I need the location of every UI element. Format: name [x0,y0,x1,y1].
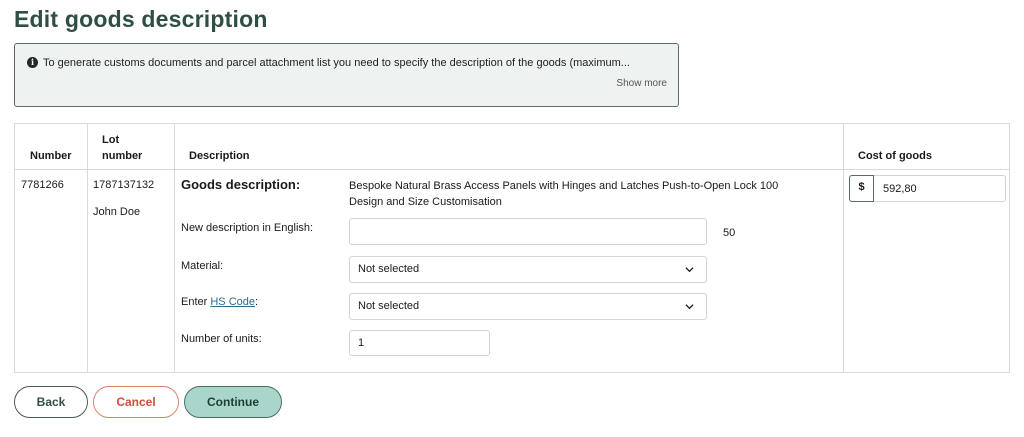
cost-input[interactable]: $ 592,80 [849,175,1006,202]
row-number: 7781266 [21,179,64,191]
goods-description-label: Goods description: [181,177,301,192]
header-number: Number [30,150,72,162]
header-cost: Cost of goods [858,150,932,162]
cost-value: 592,80 [883,183,917,195]
header-divider [15,169,1009,170]
units-label: Number of units: [181,333,262,345]
new-description-input[interactable] [349,218,707,245]
row-lot-number: 1787137132 [93,179,155,191]
header-lot-number: number [102,150,143,162]
info-notice: i To generate customs documents and parc… [14,43,679,107]
currency-badge: $ [849,175,874,202]
chevron-down-icon [685,304,694,310]
chevron-down-icon [685,267,694,273]
hs-code-link[interactable]: HS Code [210,296,255,308]
cancel-button[interactable]: Cancel [93,386,179,418]
char-count: 50 [723,227,736,239]
new-description-label: New description in English: [181,222,314,234]
column-divider [174,124,175,372]
goods-table: Number Lot number Description Cost of go… [14,123,1010,373]
continue-button[interactable]: Continue [184,386,282,418]
material-label: Material: [181,260,224,272]
show-more-link[interactable]: Show more [616,78,667,89]
column-divider [87,124,88,372]
header-lot: Lot [102,134,120,146]
hs-code-label-prefix: Enter [181,296,211,308]
hs-code-select[interactable]: Not selected [349,293,707,320]
info-circle-icon: i [27,57,38,68]
units-input[interactable]: 1 [349,330,490,356]
hs-code-label-suffix: : [255,296,259,308]
goods-description-value: Bespoke Natural Brass Access Panels with… [349,180,779,208]
material-select-value: Not selected [358,263,420,275]
hs-code-label: Enter HS Code: [181,296,258,308]
header-description: Description [189,150,250,162]
row-recipient: John Doe [93,206,141,218]
back-button[interactable]: Back [14,386,88,418]
info-text: To generate customs documents and parcel… [43,57,630,69]
column-divider [843,124,844,372]
material-select[interactable]: Not selected [349,256,707,283]
hs-code-select-value: Not selected [358,300,420,312]
page-title: Edit goods description [14,6,268,32]
